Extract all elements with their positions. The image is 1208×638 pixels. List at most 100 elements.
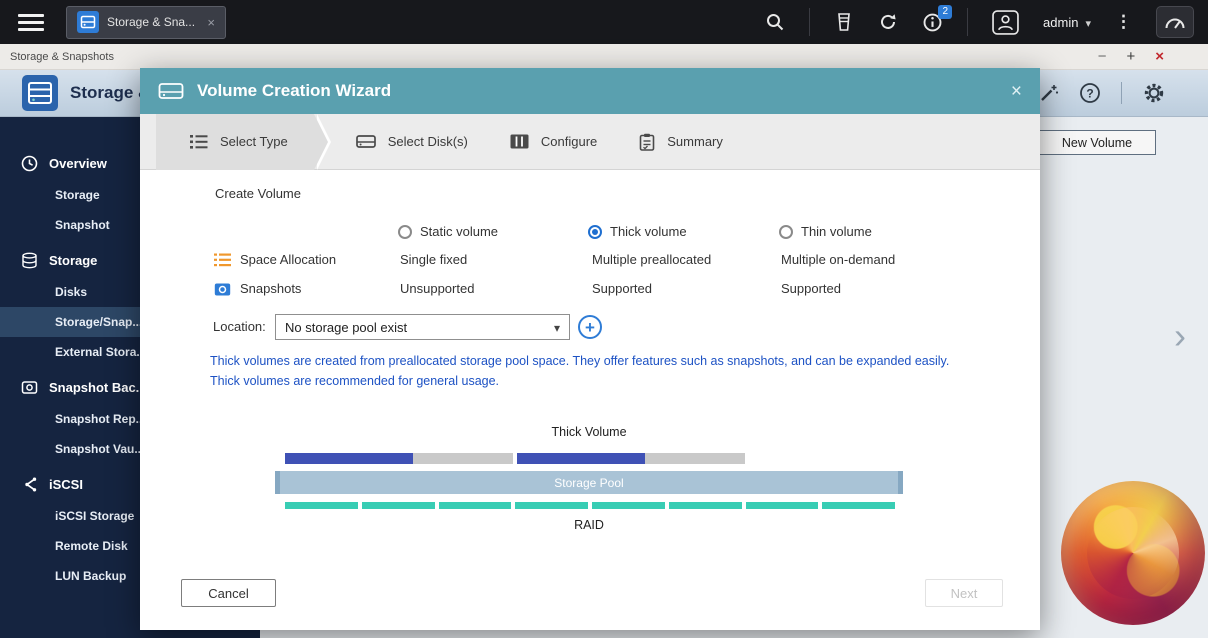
svg-text:?: ? [1086, 86, 1093, 100]
radio-circle-selected-icon [588, 225, 602, 239]
radio-label: Thin volume [801, 224, 872, 239]
next-button[interactable]: Next [925, 579, 1003, 607]
screen: Storage & Sna... 2 admin [0, 0, 1208, 638]
minimize-icon[interactable]: − [1098, 49, 1107, 64]
step-select-disks[interactable]: Select Disk(s) [356, 114, 468, 170]
sync-icon[interactable] [878, 12, 898, 32]
location-value: No storage pool exist [285, 320, 407, 335]
space-allocation-label: Space Allocation [240, 252, 336, 267]
radio-label: Thick volume [610, 224, 687, 239]
search-icon[interactable] [765, 12, 785, 32]
space-allocation-icon [214, 253, 231, 267]
space-allocation-row: Space Allocation Single fixed Multiple p… [140, 252, 1040, 270]
cancel-button[interactable]: Cancel [181, 579, 276, 607]
topbar-actions: 2 admin [765, 6, 1194, 38]
sidebar-label: Snapshot Bac... [49, 380, 147, 395]
snapshots-row: Snapshots Unsupported Supported Supporte… [140, 281, 1040, 299]
wizard-steps: Select Type Select Disk(s) Configure Sum… [140, 114, 1040, 170]
radio-label: Static volume [420, 224, 498, 239]
sidebar-label: Storage [49, 253, 97, 268]
add-storage-pool-icon[interactable] [578, 315, 602, 339]
divider [1121, 82, 1122, 104]
summary-icon [639, 133, 655, 151]
divider [809, 8, 810, 36]
notifications-icon[interactable]: 2 [922, 12, 943, 33]
dropdown-caret-icon [554, 320, 560, 335]
app-tab-storage-snapshots[interactable]: Storage & Sna... [66, 6, 226, 39]
location-select[interactable]: No storage pool exist [275, 314, 570, 340]
admin-label: admin [1043, 15, 1078, 30]
expand-panel-chevron-icon[interactable]: › [1174, 318, 1186, 354]
volume-bar [517, 453, 745, 464]
dashboard-icon[interactable] [1156, 6, 1194, 38]
snapshots-icon [214, 282, 231, 297]
raid-bars [285, 502, 895, 509]
raid-segment [746, 502, 819, 509]
raid-segment [362, 502, 435, 509]
close-window-icon[interactable]: × [1155, 49, 1164, 64]
iscsi-icon [20, 476, 38, 493]
raid-segment [822, 502, 895, 509]
user-icon[interactable] [992, 10, 1019, 35]
step-configure[interactable]: Configure [510, 114, 597, 170]
sidebar-label: Overview [49, 156, 107, 171]
settings-gear-icon[interactable] [1142, 81, 1166, 105]
static-snapshots-value: Unsupported [400, 281, 474, 296]
select-type-icon [190, 134, 208, 150]
volume-bar [285, 453, 513, 464]
thick-snapshots-value: Supported [592, 281, 652, 296]
window-taskbar: Storage & Snapshots − + × [0, 44, 1208, 70]
magic-wand-icon[interactable] [1039, 83, 1059, 103]
wizard-body: Create Volume Static volume Thick volume… [140, 170, 1040, 630]
background-tasks-icon[interactable] [834, 12, 854, 32]
volume-drive-icon [158, 80, 184, 102]
step-label: Summary [667, 134, 723, 149]
location-label: Location: [213, 314, 266, 340]
radio-static-volume[interactable]: Static volume [398, 224, 498, 239]
volume-bar-fill [517, 453, 645, 464]
sidebar-label: iSCSI [49, 477, 83, 492]
step-summary[interactable]: Summary [639, 114, 723, 170]
thin-space-value: Multiple on-demand [781, 252, 895, 267]
snapshots-label: Snapshots [240, 281, 301, 296]
radio-thin-volume[interactable]: Thin volume [779, 224, 872, 239]
notification-badge: 2 [938, 5, 952, 19]
volume-creation-wizard-dialog: Volume Creation Wizard × Select Type Sel… [140, 68, 1040, 630]
thin-snapshots-value: Supported [781, 281, 841, 296]
tab-close-icon[interactable] [207, 16, 215, 29]
step-select-type[interactable]: Select Type [156, 114, 314, 170]
overview-icon [20, 155, 38, 172]
window-title-label: Storage & Snapshots [10, 51, 114, 63]
raid-segment [439, 502, 512, 509]
main-menu-icon[interactable] [18, 10, 44, 35]
raid-segment [669, 502, 742, 509]
divider [967, 8, 968, 36]
storage-pool-label: Storage Pool [554, 476, 623, 490]
step-label: Select Type [220, 134, 288, 149]
new-volume-button[interactable]: New Volume [1038, 130, 1156, 155]
more-options-icon[interactable] [1115, 12, 1132, 32]
dialog-close-icon[interactable]: × [1011, 82, 1022, 101]
raid-segment [285, 502, 358, 509]
volume-type-description: Thick volumes are created from prealloca… [210, 351, 968, 391]
thick-space-value: Multiple preallocated [592, 252, 711, 267]
create-volume-title: Create Volume [215, 186, 301, 201]
storage-snapshots-app-icon [22, 75, 58, 111]
storage-pool-bar: Storage Pool [275, 471, 903, 494]
location-row: Location: No storage pool exist [140, 314, 1040, 340]
maximize-icon[interactable]: + [1126, 49, 1135, 64]
app-tab-label: Storage & Sna... [107, 15, 199, 29]
raid-segment [515, 502, 588, 509]
help-icon[interactable]: ? [1079, 82, 1101, 104]
radio-thick-volume[interactable]: Thick volume [588, 224, 687, 239]
step-label: Configure [541, 134, 597, 149]
storage-app-icon [77, 11, 99, 33]
admin-menu[interactable]: admin [1043, 15, 1091, 30]
app-header-actions: ? [1039, 81, 1166, 105]
snapshot-backup-icon [20, 379, 38, 396]
select-disks-icon [356, 133, 376, 150]
radio-circle-icon [398, 225, 412, 239]
thick-volume-diagram-label: Thick Volume [275, 425, 903, 439]
storage-icon [20, 252, 38, 269]
volume-bar-fill [285, 453, 413, 464]
